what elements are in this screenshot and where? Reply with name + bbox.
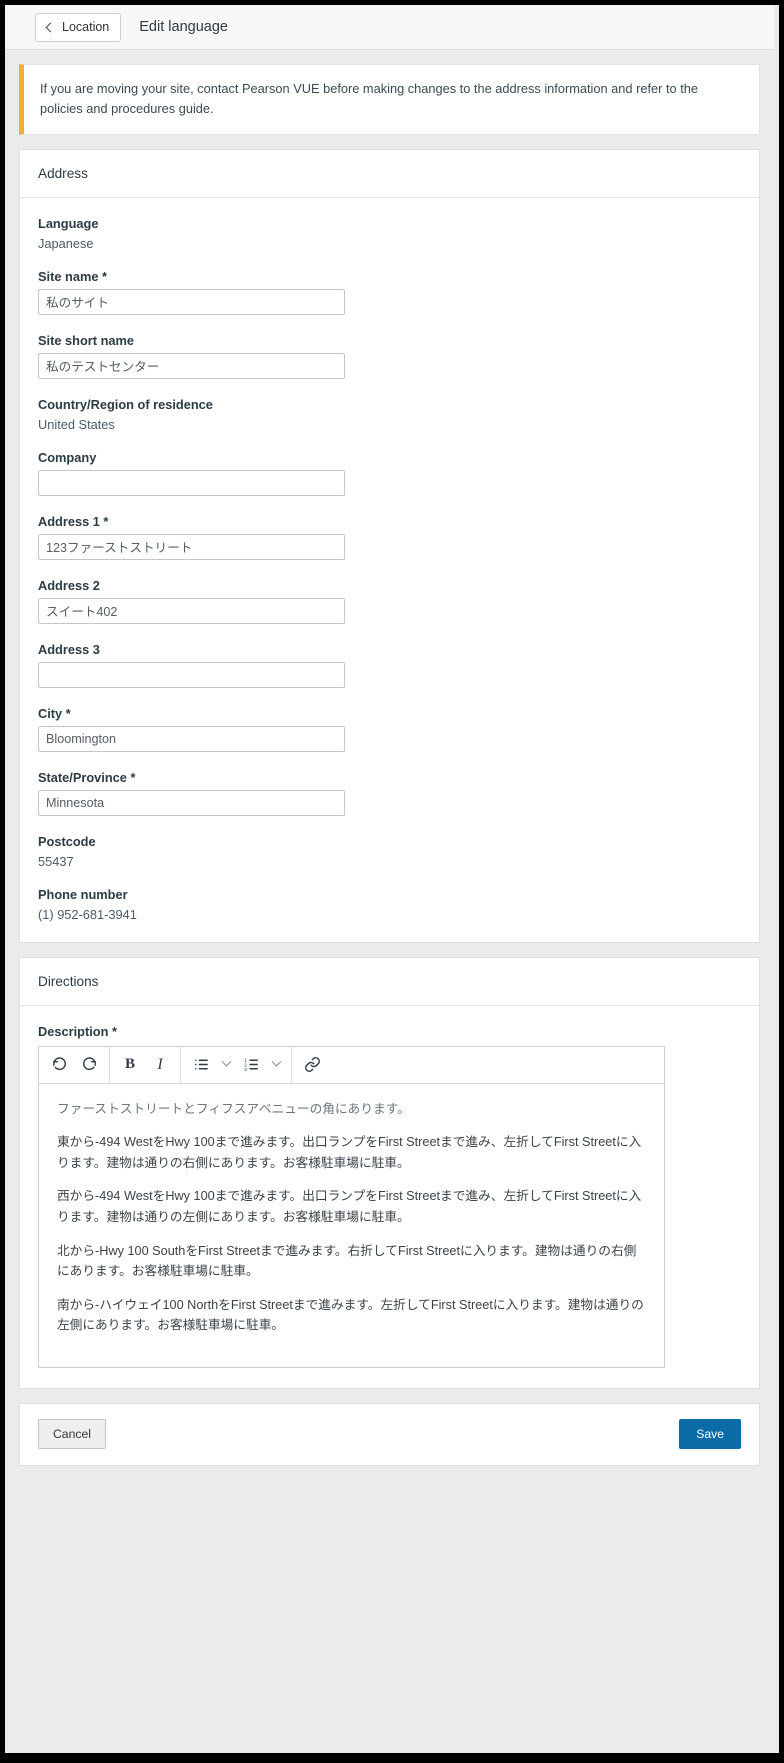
language-label: Language	[38, 215, 99, 231]
description-paragraph: 東から-494 WestをHwy 100まで進みます。出口ランプをFirst S…	[57, 1135, 642, 1170]
phone-number-value: (1) 952-681-3941	[38, 906, 137, 922]
phone-number-label: Phone number	[38, 886, 128, 902]
address-2-input[interactable]	[38, 597, 345, 624]
postcode-value: 55437	[38, 853, 74, 869]
back-button-label: Location	[62, 20, 110, 34]
postcode-label: Postcode	[38, 833, 96, 849]
address-panel-title: Address	[20, 150, 759, 198]
field-postcode: Postcode 55437	[38, 834, 741, 869]
field-language: Language Japanese	[38, 216, 741, 251]
bullet-list-icon[interactable]	[186, 1051, 216, 1079]
rich-text-editor: B I 1 2 3 ファーストストリートとフィフスアベニューの角にあります。 東…	[38, 1045, 665, 1368]
address-panel: Address Language Japanese Site name * Si…	[19, 148, 760, 943]
city-label: City *	[38, 705, 71, 721]
link-icon[interactable]	[297, 1051, 327, 1079]
site-name-label: Site name *	[38, 268, 107, 284]
description-paragraph: 北から-Hwy 100 SouthをFirst Streetまで進みます。右折し…	[57, 1243, 637, 1279]
field-state-province: State/Province *	[38, 770, 741, 816]
numbered-list-icon[interactable]: 1 2 3	[236, 1051, 266, 1079]
directions-panel-body: Description * B I 1 2 3 ファーストストリートとフィフスア…	[20, 1006, 759, 1388]
form-footer: Cancel Save	[19, 1402, 760, 1466]
address-2-label: Address 2	[38, 577, 100, 593]
back-to-location-button[interactable]: Location	[35, 12, 122, 42]
save-button[interactable]: Save	[679, 1419, 741, 1450]
toolbar-group-format: B I	[110, 1046, 181, 1083]
country-region-label: Country/Region of residence	[38, 396, 213, 412]
numbered-list-dropdown-chevron-down-icon[interactable]	[266, 1051, 286, 1079]
language-value: Japanese	[38, 235, 94, 251]
edit-language-page: Location Edit language If you are moving…	[5, 5, 774, 1753]
bullet-list-dropdown-chevron-down-icon[interactable]	[216, 1051, 236, 1079]
description-label: Description *	[38, 1023, 117, 1039]
description-editor-body[interactable]: ファーストストリートとフィフスアベニューの角にあります。 東から-494 Wes…	[39, 1084, 664, 1367]
page-bottom-spacer	[5, 1466, 774, 1484]
field-company: Company	[38, 450, 741, 496]
description-paragraph: ファーストストリートとフィフスアベニューの角にあります。	[57, 1101, 410, 1116]
top-bar: Location Edit language	[5, 5, 774, 50]
city-input[interactable]	[38, 725, 345, 752]
svg-text:3: 3	[244, 1067, 247, 1073]
field-country-region: Country/Region of residence United State…	[38, 397, 741, 432]
field-city: City *	[38, 706, 741, 752]
address-1-label: Address 1 *	[38, 513, 109, 529]
address-1-input[interactable]	[38, 533, 345, 560]
address-3-label: Address 3	[38, 641, 100, 657]
bold-button[interactable]: B	[115, 1051, 145, 1079]
field-site-short-name: Site short name	[38, 333, 741, 379]
browser-viewport: Location Edit language If you are moving…	[4, 4, 780, 1754]
field-address-2: Address 2	[38, 578, 741, 624]
undo-icon[interactable]	[44, 1051, 74, 1079]
company-input[interactable]	[38, 469, 345, 496]
field-address-3: Address 3	[38, 642, 741, 688]
editor-toolbar: B I 1 2 3	[39, 1046, 664, 1084]
italic-label: I	[157, 1055, 163, 1073]
warning-alert-text: If you are moving your site, contact Pea…	[40, 81, 698, 116]
toolbar-group-history	[39, 1046, 110, 1083]
state-province-label: State/Province *	[38, 769, 136, 785]
description-paragraph: 南から-ハイウェイ100 NorthをFirst Streetまで進みます。左折…	[57, 1297, 644, 1333]
address-3-input[interactable]	[38, 661, 345, 688]
bold-label: B	[124, 1056, 135, 1073]
chevron-left-icon	[45, 22, 56, 32]
field-address-1: Address 1 *	[38, 514, 741, 560]
site-short-name-input[interactable]	[38, 352, 345, 379]
site-short-name-label: Site short name	[38, 332, 135, 348]
company-label: Company	[38, 449, 97, 465]
address-panel-body: Language Japanese Site name * Site short…	[20, 198, 759, 942]
field-site-name: Site name *	[38, 269, 741, 315]
field-phone-number: Phone number (1) 952-681-3941	[38, 887, 741, 922]
country-region-value: United States	[38, 416, 115, 432]
directions-panel: Directions Description * B I 1 2 3 ファースト…	[19, 956, 760, 1389]
cancel-button[interactable]: Cancel	[38, 1419, 106, 1450]
description-paragraph: 西から-494 WestをHwy 100まで進みます。出口ランプをFirst S…	[57, 1189, 642, 1224]
warning-alert: If you are moving your site, contact Pea…	[19, 64, 760, 135]
toolbar-group-link	[292, 1047, 332, 1083]
italic-button[interactable]: I	[145, 1051, 175, 1079]
redo-icon[interactable]	[74, 1051, 104, 1079]
toolbar-group-lists: 1 2 3	[181, 1046, 292, 1083]
directions-panel-title: Directions	[20, 958, 759, 1006]
state-province-input[interactable]	[38, 789, 345, 816]
page-title: Edit language	[139, 19, 228, 35]
site-name-input[interactable]	[38, 288, 345, 315]
